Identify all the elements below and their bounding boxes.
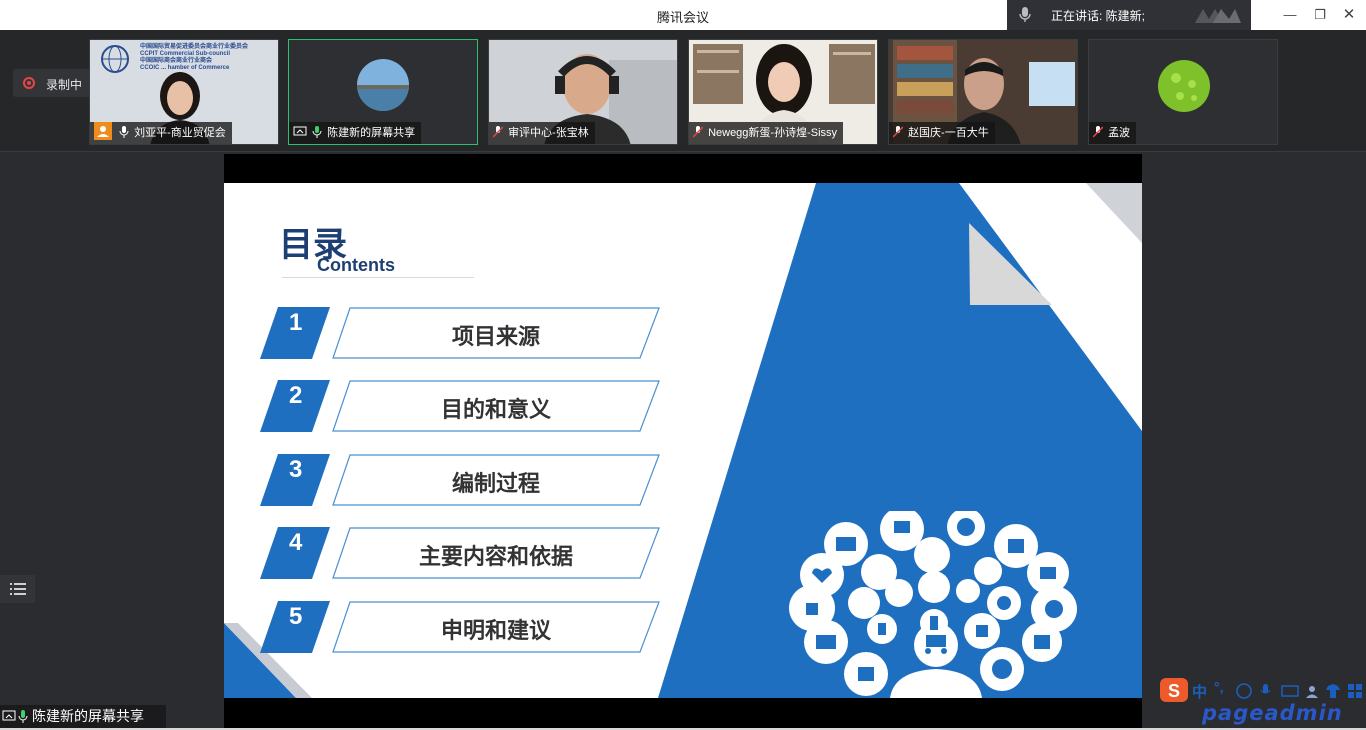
participant-name: 审评中心-张宝林 [508,127,589,139]
participant-tile[interactable]: 孟波 [1088,39,1278,145]
speaking-indicator: 正在讲话: 陈建新; [1007,0,1251,30]
share-label-text: 陈建新的屏幕共享 [32,708,144,724]
microphone-icon [119,126,129,138]
participant-caption: Newegg新蛋-孙诗煌-Sissy [689,122,844,144]
social-media-icon-cloud: www [789,511,1077,698]
slide-subtitle: Contents [317,255,395,275]
sogou-logo-icon: S [1160,678,1188,702]
title-bar: 腾讯会议 正在讲话: 陈建新; — ❐ ✕ [0,0,1366,30]
speaker-avatars-icon [1195,9,1241,23]
recording-label: 录制中 [46,78,83,92]
watermark: pageadmin [1202,701,1343,725]
toc-item: 2 目的和意义 [260,380,660,432]
microphone-icon [1019,7,1031,22]
toc-label-box: 主要内容和依据 [332,527,660,579]
host-badge-icon [94,122,112,140]
participant-caption: 刘亚平-商业贸促会 [90,122,232,144]
microphone-muted-icon [893,126,903,138]
participant-name: 赵国庆-一百大牛 [908,127,989,139]
banner-line: 中国国际商会商业行业商会 [140,58,213,64]
microphone-muted-icon [493,126,503,138]
toc-label: 编制过程 [451,471,540,496]
participant-tile[interactable]: 赵国庆-一百大牛 [888,39,1078,145]
svg-text:S: S [1168,681,1180,701]
toc-label-box: 编制过程 [332,454,660,506]
microphone-muted-icon [1093,126,1103,138]
ccpit-logo-icon [101,45,129,73]
avatar [1158,60,1210,112]
icon-cloud-text: www [921,542,938,549]
ime-punct[interactable]: °, [1214,679,1224,695]
minimize-icon[interactable]: — [1281,6,1299,24]
participant-tile[interactable]: 陈建新的屏幕共享 [288,39,478,145]
toc-number: 4 [289,529,303,556]
microphone-icon [312,126,322,138]
microphone-icon [18,710,28,723]
participant-name: 刘亚平-商业贸促会 [134,127,226,139]
banner-line: 中国国际贸易促进委员会商业行业委员会 [140,44,249,50]
screen-share-icon [2,710,16,721]
toc-number: 3 [289,456,303,483]
toc-item: 1 项目来源 [260,307,660,359]
toc-number: 5 [289,603,303,630]
recording-indicator[interactable]: 录制中 [13,69,93,97]
record-icon [23,77,35,89]
presentation-slide: 目录 Contents 1 项目来源 2 目的和意义 3 编制过程 4 主要内容… [224,183,1142,698]
participant-name: 孟波 [1108,127,1131,139]
participant-caption: 审评中心-张宝林 [489,122,595,144]
ime-mode[interactable]: 中 [1192,681,1207,702]
title-divider [282,277,474,278]
shared-screen: 目录 Contents 1 项目来源 2 目的和意义 3 编制过程 4 主要内容… [224,154,1142,728]
screen-share-label: 陈建新的屏幕共享 [0,705,166,728]
list-icon [10,583,26,595]
toc-label-box: 申明和建议 [332,601,660,653]
participant-tile[interactable]: 中国国际贸易促进委员会商业行业委员会 CCPIT Commercial Sub-… [89,39,279,145]
restore-icon[interactable]: ❐ [1311,6,1329,24]
participant-name: Newegg新蛋-孙诗煌-Sissy [708,127,838,139]
toc-item: 5 申明和建议 [260,601,660,653]
toc-label: 项目来源 [451,324,540,349]
member-list-button[interactable] [0,575,35,603]
toc-label: 主要内容和依据 [418,544,573,569]
participant-tile[interactable]: Newegg新蛋-孙诗煌-Sissy [688,39,878,145]
toc-item: 4 主要内容和依据 [260,527,660,579]
participant-caption: 赵国庆-一百大牛 [889,122,995,144]
participant-caption: 陈建新的屏幕共享 [289,122,422,144]
participant-caption: 孟波 [1089,122,1137,144]
banner-line: CCPIT Commercial Sub-council [140,51,231,57]
speaking-text: 正在讲话: 陈建新; [1051,9,1146,23]
toc-item: 3 编制过程 [260,454,660,506]
close-icon[interactable]: ✕ [1340,6,1358,24]
toc-label-box: 项目来源 [332,307,660,359]
toc-label: 目的和意义 [440,397,551,422]
microphone-muted-icon [693,126,703,138]
participant-name: 陈建新的屏幕共享 [327,127,416,139]
toc-number: 2 [289,382,303,409]
toc-number: 1 [289,309,303,336]
ime-tool-icons[interactable] [1236,683,1366,699]
toc-label-box: 目的和意义 [332,380,660,432]
screen-share-icon [293,126,307,138]
toc-label: 申明和建议 [440,618,551,643]
participant-tile[interactable]: 审评中心-张宝林 [488,39,678,145]
avatar [357,59,409,111]
